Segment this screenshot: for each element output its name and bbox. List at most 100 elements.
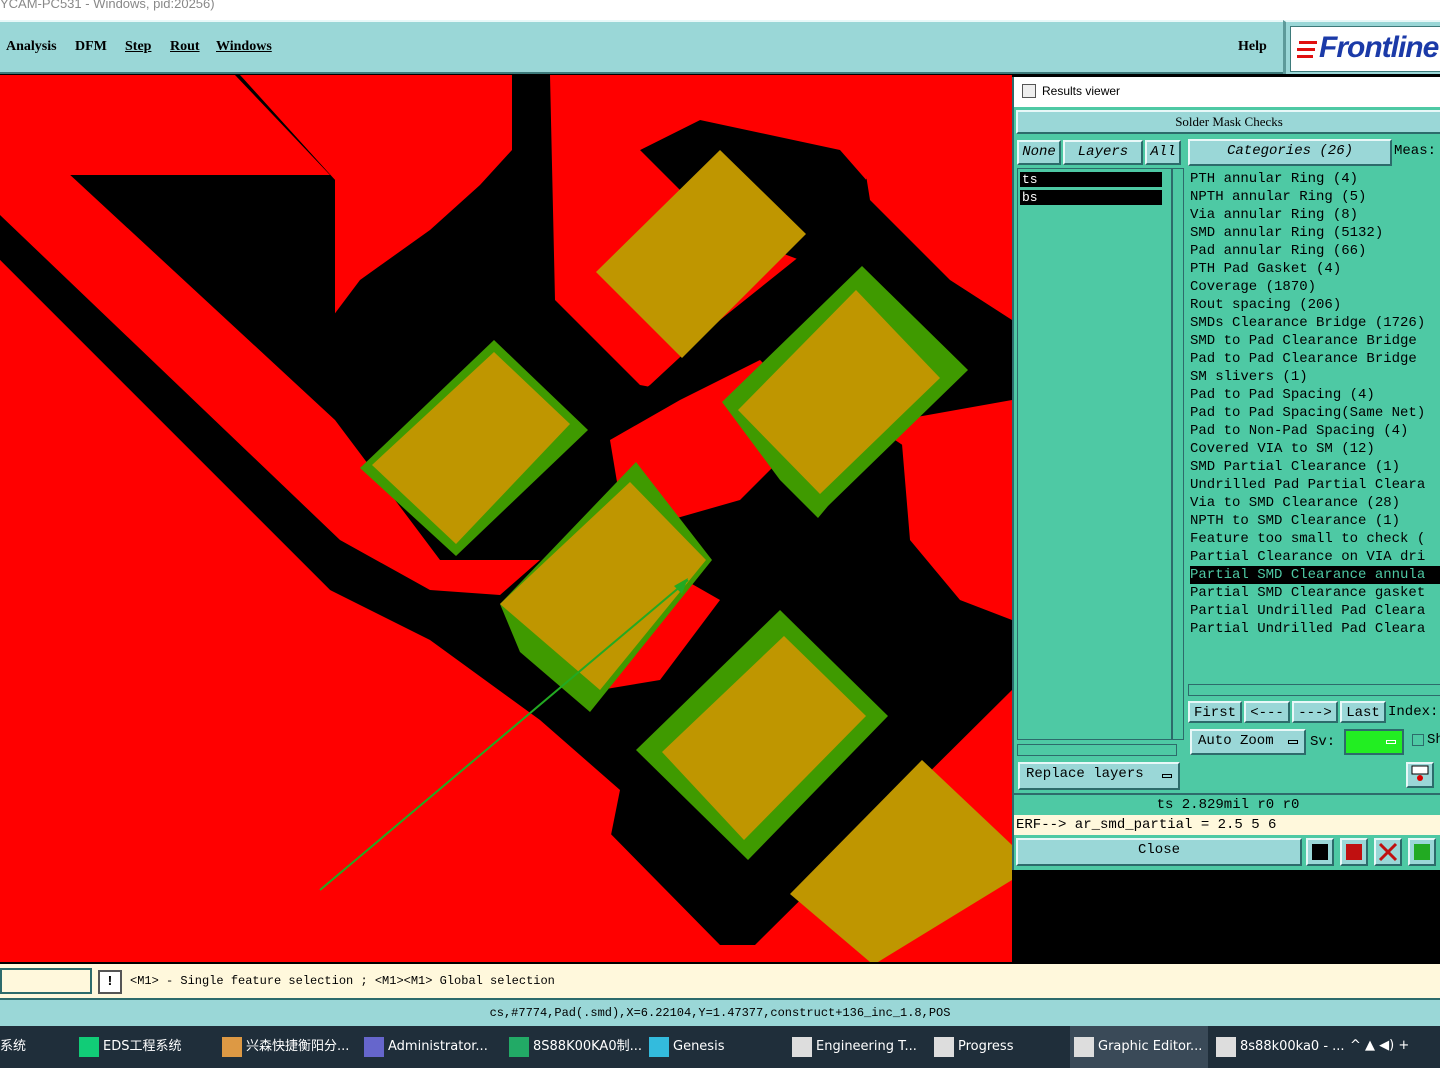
layer-item-ts[interactable]: ts <box>1020 172 1162 187</box>
taskbar-item[interactable]: Administrator... <box>360 1026 498 1068</box>
taskbar-item[interactable]: Graphic Editor... <box>1070 1026 1208 1068</box>
taskbar-item[interactable]: Engineering T... <box>788 1026 926 1068</box>
auto-zoom-value: Auto Zoom <box>1198 733 1274 749</box>
prev-button[interactable]: <--- <box>1244 701 1290 723</box>
taskbar-item-label: Engineering T... <box>816 1039 917 1054</box>
category-item[interactable]: Via annular Ring (8) <box>1190 206 1358 224</box>
next-button[interactable]: ---> <box>1292 701 1338 723</box>
last-button[interactable]: Last <box>1340 701 1386 723</box>
layers-hscroll[interactable] <box>1017 744 1177 756</box>
category-item[interactable]: SMDs Clearance Bridge (1726) <box>1190 314 1425 332</box>
category-item[interactable]: Pad to Pad Clearance Bridge <box>1190 350 1417 368</box>
taskbar-item[interactable]: 8S88K00KA0制... <box>505 1026 643 1068</box>
floppy-icon <box>364 1037 384 1057</box>
categories-list[interactable]: PTH annular Ring (4) NPTH annular Ring (5… <box>1188 168 1440 684</box>
close-button[interactable]: Close <box>1016 838 1302 866</box>
category-item[interactable]: SMD to Pad Clearance Bridge <box>1190 332 1417 350</box>
shell-icon <box>222 1037 242 1057</box>
category-item[interactable]: PTH Pad Gasket (4) <box>1190 260 1341 278</box>
category-item[interactable]: SMD Partial Clearance (1) <box>1190 458 1400 476</box>
logo-text: Frontline <box>1319 31 1439 64</box>
menu-dfm[interactable]: DFM <box>75 39 107 55</box>
menu-analysis[interactable]: Analysis <box>6 39 57 55</box>
record-tool-icon[interactable] <box>1340 838 1368 866</box>
category-item[interactable]: Covered VIA to SM (12) <box>1190 440 1375 458</box>
info-tool-icon[interactable] <box>1306 838 1334 866</box>
taskbar-item[interactable]: Progress <box>930 1026 1068 1068</box>
category-item[interactable]: Pad to Non-Pad Spacing (4) <box>1190 422 1408 440</box>
category-item[interactable]: Pad to Pad Spacing (4) <box>1190 386 1375 404</box>
replace-layers-dropdown[interactable]: Replace layers <box>1018 762 1180 790</box>
results-viewer-title: Results viewer <box>1042 84 1121 98</box>
layers-list[interactable]: ts bs <box>1017 168 1172 740</box>
taskbar-item[interactable]: 系统 <box>0 1026 70 1068</box>
command-input[interactable] <box>0 968 92 994</box>
taskbar-item-label: Administrator... <box>388 1039 488 1054</box>
category-item[interactable]: Undrilled Pad Partial Cleara <box>1190 476 1425 494</box>
message-bar: ! <M1> - Single feature selection ; <M1>… <box>0 962 1440 998</box>
window-title-bar: YCAM-PC531 - Windows, pid:20256) <box>0 0 1440 20</box>
category-item[interactable]: Pad to Pad Spacing(Same Net) <box>1190 404 1425 422</box>
taskbar-item[interactable]: 8s88k00ka0 - ... <box>1212 1026 1350 1068</box>
all-button[interactable]: All <box>1145 140 1181 165</box>
category-item[interactable]: NPTH to SMD Clearance (1) <box>1190 512 1400 530</box>
sv-label: Sv: <box>1310 734 1336 750</box>
cancel-tool-icon[interactable] <box>1374 838 1402 866</box>
taskbar-item-label: 8s88k00ka0 - ... <box>1240 1039 1345 1054</box>
x-window-icon <box>1216 1037 1236 1057</box>
menu-step[interactable]: Step <box>125 39 151 55</box>
taskbar-item[interactable]: 兴森快捷衡阳分... <box>218 1026 356 1068</box>
category-item[interactable]: Pad annular Ring (66) <box>1190 242 1366 260</box>
category-item[interactable]: Partial Clearance on VIA dri <box>1190 548 1425 566</box>
system-tray[interactable]: ^ ▲ ◀) + <box>1350 1038 1438 1056</box>
first-button[interactable]: First <box>1188 701 1242 723</box>
window-title: YCAM-PC531 - Windows, pid:20256) <box>0 0 215 11</box>
layers-button[interactable]: Layers <box>1063 140 1143 165</box>
category-item[interactable]: Partial Undrilled Pad Cleara <box>1190 602 1425 620</box>
category-item[interactable]: Rout spacing (206) <box>1190 296 1341 314</box>
categories-hscroll[interactable] <box>1188 684 1440 696</box>
delete-icon[interactable] <box>1406 762 1434 788</box>
category-item[interactable]: Partial SMD Clearance gasket <box>1190 584 1425 602</box>
spreadsheet-icon <box>509 1037 529 1057</box>
auto-zoom-dropdown[interactable]: Auto Zoom <box>1190 729 1306 755</box>
category-item[interactable]: PTH annular Ring (4) <box>1190 170 1358 188</box>
x-window-icon <box>934 1037 954 1057</box>
taskbar-item[interactable]: EDS工程系统 <box>75 1026 213 1068</box>
genesis-icon <box>649 1037 669 1057</box>
sh-checkbox[interactable] <box>1412 734 1424 746</box>
taskbar-item-label: EDS工程系统 <box>103 1039 182 1054</box>
category-item[interactable]: Via to SMD Clearance (28) <box>1190 494 1400 512</box>
category-item[interactable]: Coverage (1870) <box>1190 278 1316 296</box>
category-item[interactable]: Partial Undrilled Pad Cleara <box>1190 620 1425 638</box>
taskbar-item-label: 系统 <box>0 1039 27 1054</box>
pcb-artwork <box>0 75 1012 962</box>
category-item[interactable]: SMD annular Ring (5132) <box>1190 224 1383 242</box>
feature-info-bar: cs,#7774,Pad(.smd),X=6.22104,Y=1.47377,c… <box>0 998 1440 1026</box>
categories-button[interactable]: Categories (26) <box>1188 139 1392 166</box>
x-window-icon <box>792 1037 812 1057</box>
none-button[interactable]: None <box>1017 140 1061 165</box>
category-item[interactable]: Partial SMD Clearance annula <box>1190 566 1440 584</box>
windows-taskbar: 系统 EDS工程系统 兴森快捷衡阳分... Administrator... 8S88K… <box>0 1026 1440 1068</box>
layers-vscroll[interactable] <box>1172 168 1184 740</box>
taskbar-item[interactable]: Genesis <box>645 1026 783 1068</box>
category-item[interactable]: Feature too small to check ( <box>1190 530 1425 548</box>
sv-color-dropdown[interactable] <box>1344 729 1404 755</box>
layer-item-bs[interactable]: bs <box>1020 190 1162 205</box>
taskbar-item-label: 8S88K00KA0制... <box>533 1039 642 1054</box>
frontline-logo: Frontline <box>1283 20 1440 74</box>
step-tool-icon[interactable] <box>1408 838 1436 866</box>
category-item[interactable]: NPTH annular Ring (5) <box>1190 188 1366 206</box>
menu-rout[interactable]: Rout <box>170 39 200 55</box>
menu-help[interactable]: Help <box>1238 39 1267 55</box>
alert-button[interactable]: ! <box>98 970 122 994</box>
meas-label: Meas: <box>1394 143 1437 159</box>
menu-windows[interactable]: Windows <box>216 39 272 55</box>
pcb-graphic-canvas[interactable] <box>0 75 1012 962</box>
erf-line: ERF--> ar_smd_partial = 2.5 5 6 <box>1014 815 1440 835</box>
category-item[interactable]: SM slivers (1) <box>1190 368 1308 386</box>
results-viewer-icon <box>1022 84 1036 98</box>
mouse-hint-text: <M1> - Single feature selection ; <M1><M… <box>130 974 555 988</box>
taskbar-item-label: Progress <box>958 1039 1014 1054</box>
